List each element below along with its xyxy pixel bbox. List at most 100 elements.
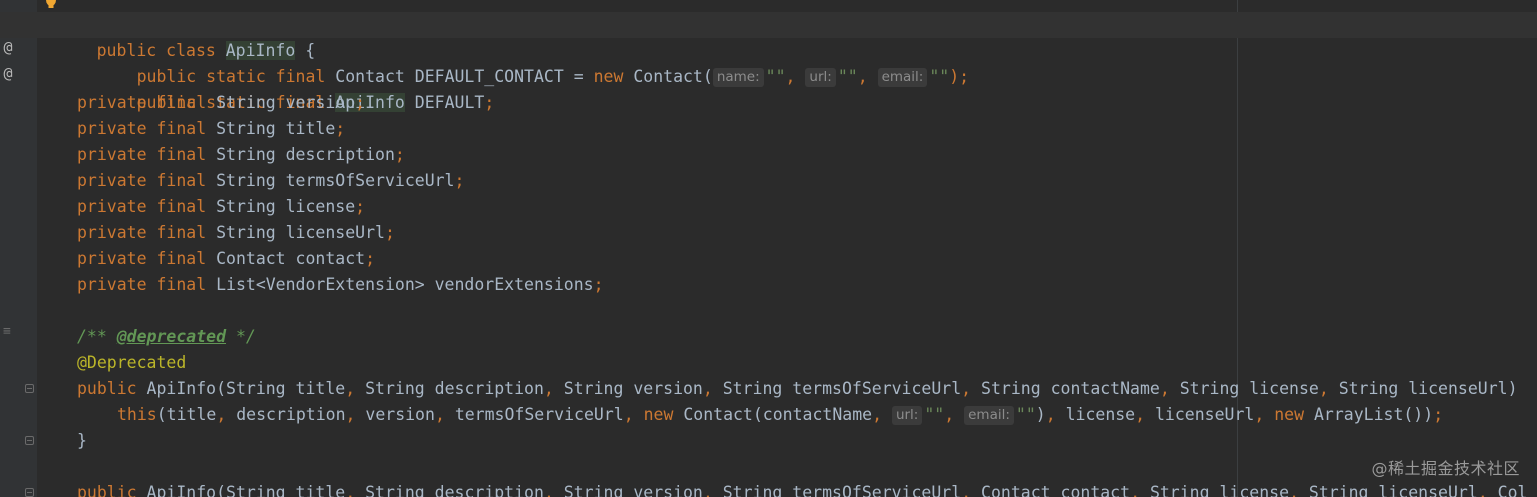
watermark: @稀土掘金技术社区 xyxy=(1371,459,1520,478)
code-text: (title xyxy=(156,405,217,424)
code-line[interactable]: /** @deprecated */ xyxy=(0,324,1537,350)
punctuation: , xyxy=(1254,405,1275,424)
code-text: String license xyxy=(1179,379,1319,398)
keyword: private final xyxy=(77,171,217,190)
punctuation: ; xyxy=(1433,405,1444,424)
lightbulb-icon[interactable] xyxy=(45,0,57,8)
code-text: termsOfServiceUrl xyxy=(454,405,624,424)
code-text: String description xyxy=(216,145,395,164)
keyword: private final xyxy=(77,223,217,242)
punctuation: , xyxy=(434,405,455,424)
punctuation: , xyxy=(872,405,892,424)
punctuation: ; xyxy=(593,275,604,294)
code-line[interactable]: public static final Contact DEFAULT_CONT… xyxy=(0,38,1537,87)
annotation: @Deprecated xyxy=(77,353,187,372)
keyword: private final xyxy=(77,249,217,268)
code-text: description xyxy=(236,405,346,424)
code-editor[interactable]: @ @ ≡ public class ApiInfo { public stat… xyxy=(0,0,1537,497)
code-line[interactable]: private final List<VendorExtension> vend… xyxy=(0,272,1537,298)
code-text: license xyxy=(1065,405,1136,424)
punctuation: , xyxy=(1318,379,1339,398)
doc-comment: /** xyxy=(77,327,117,346)
punctuation: , xyxy=(1130,483,1150,497)
code-text: String licenseUrl xyxy=(1308,483,1478,497)
code-text: licenseUrl xyxy=(1155,405,1255,424)
code-text: ApiInfo(String title xyxy=(146,379,346,398)
code-line[interactable]: private final String termsOfServiceUrl; xyxy=(0,168,1537,194)
code-text: version xyxy=(365,405,435,424)
code-text: String title xyxy=(216,119,336,138)
code-text: String version xyxy=(563,483,703,497)
code-text: List<VendorExtension> vendorExtensions xyxy=(216,275,594,294)
code-line[interactable]: public static final ApiInfo DEFAULT; xyxy=(0,64,1537,112)
keyword: private final xyxy=(77,145,217,164)
keyword: private final xyxy=(77,197,217,216)
punctuation: , xyxy=(702,379,723,398)
parameter-hint: email: xyxy=(964,406,1014,425)
punctuation: , xyxy=(543,483,564,497)
code-line[interactable]: private final String version; xyxy=(0,90,1537,116)
keyword: this xyxy=(117,405,157,424)
code-text: String license xyxy=(216,197,356,216)
code-text: String description xyxy=(365,379,544,398)
code-line[interactable]: public class ApiInfo { xyxy=(0,12,1537,60)
code-text: String contactName xyxy=(981,379,1160,398)
punctuation: , xyxy=(961,483,982,497)
punctuation: ; xyxy=(365,249,376,268)
code-text: String licenseUrl xyxy=(216,223,385,242)
keyword: private final xyxy=(77,119,217,138)
code-line[interactable]: private final String description; xyxy=(0,142,1537,168)
keyword: private final xyxy=(77,93,217,112)
punctuation: , xyxy=(1159,379,1180,398)
punctuation: , xyxy=(1135,405,1155,424)
code-line[interactable]: private final String license; xyxy=(0,194,1537,220)
punctuation: ; xyxy=(355,93,366,112)
code-text: Contact contact xyxy=(981,483,1131,497)
punctuation: , xyxy=(216,405,237,424)
code-text: Contact contact xyxy=(216,249,366,268)
code-line[interactable]: private final String licenseUrl; xyxy=(0,220,1537,246)
code-text: String termsOfServiceUrl xyxy=(216,171,455,190)
punctuation: ; xyxy=(335,119,346,138)
parameter-hint: url: xyxy=(891,406,923,425)
code-text: ) xyxy=(1035,405,1046,424)
code-text: String description xyxy=(365,483,544,497)
punctuation: , xyxy=(623,405,644,424)
punctuation: , xyxy=(944,405,965,424)
code-line[interactable]: } xyxy=(0,428,1537,454)
doc-comment: */ xyxy=(226,327,256,346)
code-line[interactable]: public ApiInfo(String title, String desc… xyxy=(0,376,1537,402)
string-literal: "" xyxy=(1015,405,1036,424)
keyword: private final xyxy=(77,275,217,294)
punctuation: , xyxy=(1289,483,1309,497)
code-text: Contact(contactName xyxy=(683,405,873,424)
code-text: String license xyxy=(1149,483,1290,497)
code-text: String termsOfServiceUrl xyxy=(722,379,962,398)
keyword: new xyxy=(1274,405,1314,424)
punctuation: , xyxy=(1477,483,1498,497)
punctuation: ; xyxy=(355,197,366,216)
code-line[interactable]: public ApiInfo(String title, String desc… xyxy=(0,480,1537,497)
doc-tag: @deprecated xyxy=(116,327,227,346)
punctuation: , xyxy=(543,379,564,398)
code-text: } xyxy=(77,431,87,450)
punctuation: , xyxy=(1045,405,1066,424)
code-text: ApiInfo(String title xyxy=(146,483,346,497)
code-line[interactable]: @Deprecated xyxy=(0,350,1537,376)
punctuation: , xyxy=(345,405,366,424)
code-line[interactable]: private final Contact contact; xyxy=(0,246,1537,272)
punctuation: , xyxy=(345,379,366,398)
code-text: String version xyxy=(216,93,356,112)
code-text: String version xyxy=(563,379,703,398)
punctuation: , xyxy=(702,483,723,497)
punctuation: ; xyxy=(384,223,395,242)
code-text: ArrayList()) xyxy=(1313,405,1434,424)
keyword: new xyxy=(643,405,684,424)
punctuation: ; xyxy=(454,171,465,190)
code-line[interactable]: this(title, description, version, termsO… xyxy=(0,402,1537,428)
code-line[interactable]: private final String title; xyxy=(0,116,1537,142)
code-text: Col xyxy=(1497,483,1528,497)
string-literal: "" xyxy=(924,405,945,424)
punctuation: , xyxy=(345,483,366,497)
code-text: String licenseUrl) xyxy=(1338,379,1518,398)
